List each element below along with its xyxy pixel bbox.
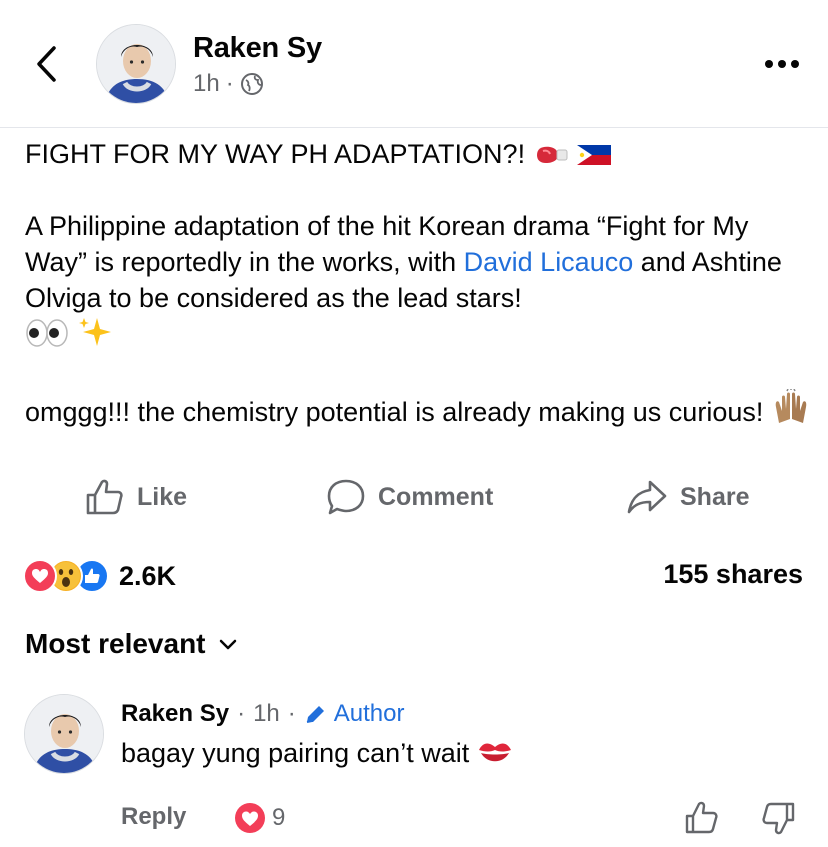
comment-header: Raken Sy · 1h · Author bbox=[121, 700, 404, 728]
sort-label: Most relevant bbox=[25, 628, 206, 659]
share-label: Share bbox=[680, 482, 750, 511]
comment-button[interactable]: Comment bbox=[326, 474, 493, 520]
raising-hands-emoji bbox=[775, 389, 807, 423]
pencil-icon bbox=[306, 706, 324, 723]
like-label: Like bbox=[137, 482, 188, 511]
author-name[interactable]: Raken Sy bbox=[193, 32, 322, 65]
more-dot bbox=[791, 60, 799, 68]
comment-downvote-button[interactable] bbox=[760, 800, 796, 836]
reactions-summary[interactable]: 2.6K bbox=[23, 558, 176, 594]
chevron-left-icon bbox=[37, 46, 56, 82]
share-button[interactable]: Share bbox=[626, 474, 749, 520]
more-horizontal-icon bbox=[765, 60, 773, 68]
thumbs-up-icon bbox=[86, 479, 123, 515]
post-headline-text: FIGHT FOR MY WAY PH ADAPTATION?! bbox=[25, 139, 526, 169]
comment-label: Comment bbox=[378, 482, 494, 511]
post-meta: 1h · bbox=[193, 70, 264, 98]
more-dot bbox=[778, 60, 786, 68]
comment-bubble-icon bbox=[327, 479, 365, 515]
comment-reaction-count: 9 bbox=[272, 804, 286, 831]
comment-text: bagay yung pairing can’t wait bbox=[121, 738, 513, 769]
commenter-avatar[interactable] bbox=[24, 694, 104, 774]
shares-count[interactable]: 155 shares bbox=[663, 559, 803, 590]
philippines-flag-icon bbox=[577, 145, 612, 165]
comment-reactions[interactable]: 9 bbox=[234, 802, 285, 834]
avatar-image bbox=[97, 25, 175, 103]
header-divider bbox=[0, 127, 828, 128]
chevron-down-icon bbox=[219, 639, 236, 650]
back-button[interactable] bbox=[28, 42, 64, 86]
comment-separator: · bbox=[287, 700, 296, 727]
kiss-mark-emoji bbox=[478, 743, 511, 762]
comment-upvote-button[interactable] bbox=[684, 800, 720, 836]
thumbs-up-icon bbox=[685, 801, 718, 834]
love-reaction-icon bbox=[235, 803, 265, 833]
love-reaction-icon bbox=[23, 559, 57, 593]
author-badge-label: Author bbox=[333, 700, 405, 727]
post-text: FIGHT FOR MY WAY PH ADAPTATION?! A Phili… bbox=[25, 136, 815, 430]
meta-separator: · bbox=[225, 70, 234, 97]
more-options-button[interactable] bbox=[758, 52, 806, 76]
globe-icon bbox=[240, 73, 263, 95]
comment-separator: · bbox=[237, 700, 246, 727]
post-paragraph-2: omggg!!! the chemistry potential is alre… bbox=[25, 389, 815, 430]
author-avatar[interactable] bbox=[96, 24, 176, 104]
share-arrow-icon bbox=[627, 480, 667, 514]
post-paragraph-1: A Philippine adaptation of the hit Korea… bbox=[25, 208, 815, 353]
comment-body: bagay yung pairing can’t wait bbox=[121, 738, 470, 768]
eyes-emoji bbox=[26, 319, 68, 347]
post-headline: FIGHT FOR MY WAY PH ADAPTATION?! bbox=[25, 136, 815, 172]
para-text: omggg!!! the chemistry potential is alre… bbox=[25, 397, 764, 427]
commenter-name[interactable]: Raken Sy bbox=[121, 700, 229, 728]
comment-sort-dropdown[interactable]: Most relevant bbox=[25, 626, 238, 662]
avatar-image bbox=[25, 695, 103, 773]
comment-time: 1h bbox=[253, 700, 280, 727]
boxing-glove-icon bbox=[536, 146, 568, 163]
tagged-person-link[interactable]: David Licauco bbox=[464, 247, 634, 277]
sparkles-emoji bbox=[78, 318, 111, 346]
post-time: 1h bbox=[193, 70, 220, 97]
thumbs-down-icon bbox=[762, 802, 795, 835]
author-badge: Author bbox=[304, 700, 405, 728]
reply-button[interactable]: Reply bbox=[121, 803, 186, 831]
reaction-count: 2.6K bbox=[119, 560, 177, 591]
like-button[interactable]: Like bbox=[85, 474, 187, 520]
